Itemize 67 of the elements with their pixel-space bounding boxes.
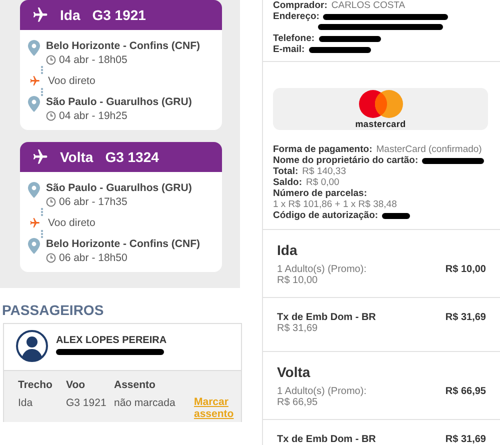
field-label: Endereço: <box>273 11 320 22</box>
redaction-mark <box>422 158 484 164</box>
flight-time: 06 abr - 18h50 <box>59 252 128 264</box>
field-label: Código de autorização: <box>273 210 378 221</box>
fare-title: Ida <box>277 242 298 258</box>
flight-direction: Ida <box>60 7 80 23</box>
clock-icon <box>46 111 56 121</box>
airport-name: São Paulo - Guarulhos (GRU) <box>46 182 192 194</box>
table-cell-text: não marcada <box>114 397 176 411</box>
airplane-icon <box>28 216 40 230</box>
fare-label: Tx de Emb Dom - BR <box>277 434 376 445</box>
airport-name: São Paulo - Guarulhos (GRU) <box>46 96 192 108</box>
redaction-mark <box>308 46 371 52</box>
map-pin-icon <box>28 96 40 112</box>
flight-time: 04 abr - 19h25 <box>59 110 128 122</box>
segment-type: Voo direto <box>48 217 96 229</box>
column-header: Voo <box>66 379 86 391</box>
field-label: Telefone: <box>273 33 315 44</box>
fare-label: 1 Adulto(s) (Promo): <box>277 386 366 397</box>
field-value: R$ 0,00 <box>306 177 340 188</box>
card-brand: mastercard <box>355 119 406 129</box>
field-label: Comprador: <box>273 0 328 11</box>
fare-detail: R$ 31,69 <box>277 323 319 334</box>
field-label: Nome do proprietário do cartão: <box>273 155 418 166</box>
clock-icon <box>46 253 56 263</box>
airport-name: Belo Horizonte - Confins (CNF) <box>46 40 200 52</box>
select-seat-link[interactable]: Marcar assento <box>194 397 234 420</box>
fare-title: Volta <box>277 364 312 380</box>
field-label: Total: <box>273 166 298 177</box>
table-cell-text: Ida <box>18 397 34 411</box>
fare-amount: R$ 31,69 <box>445 434 486 445</box>
fare-label: 1 Adulto(s) (Promo): <box>277 264 366 275</box>
flight-time: 06 abr - 17h35 <box>59 196 128 208</box>
airplane-icon <box>28 74 40 88</box>
fare-detail: R$ 66,95 <box>277 397 319 408</box>
field-label: E-mail: <box>273 44 305 55</box>
redaction-mark <box>318 36 381 42</box>
column-header: Trecho <box>18 379 54 391</box>
field-label: Saldo: <box>273 177 302 188</box>
fare-amount: R$ 31,69 <box>445 312 486 325</box>
section-title: PASSAGEIROS <box>2 302 105 318</box>
field-value: CARLOS COSTA <box>331 0 406 11</box>
flight-number: G3 1324 <box>105 149 159 165</box>
map-pin-icon <box>28 182 40 198</box>
avatar-icon <box>16 330 48 362</box>
field-value: R$ 140,33 <box>302 166 346 177</box>
field-label: Número de parcelas: <box>273 188 367 199</box>
flight-number: G3 1921 <box>92 7 146 23</box>
field-value: 1 x R$ 101,86 + 1 x R$ 38,48 <box>273 199 397 210</box>
segment-type: Voo direto <box>48 75 96 87</box>
column-header: Assento <box>114 379 156 391</box>
field-label: Forma de pagamento: <box>273 144 372 155</box>
clock-icon <box>46 197 56 207</box>
fare-label: Tx de Emb Dom - BR <box>277 312 376 323</box>
passenger-name: ALEX LOPES PEREIRA <box>56 335 167 346</box>
fare-amount: R$ 66,95 <box>445 386 486 399</box>
table-cell-text: G3 1921 <box>66 397 108 411</box>
fare-detail: R$ 10,00 <box>277 275 319 286</box>
clock-icon <box>46 55 56 65</box>
flight-direction: Volta <box>60 149 94 165</box>
map-pin-icon <box>28 238 40 254</box>
redaction-mark <box>382 212 410 218</box>
field-value: MasterCard (confirmado) <box>376 144 482 155</box>
fare-amount: R$ 10,00 <box>445 264 486 277</box>
map-pin-icon <box>28 40 40 56</box>
flight-time: 04 abr - 18h05 <box>59 54 128 66</box>
airport-name: Belo Horizonte - Confins (CNF) <box>46 238 200 250</box>
